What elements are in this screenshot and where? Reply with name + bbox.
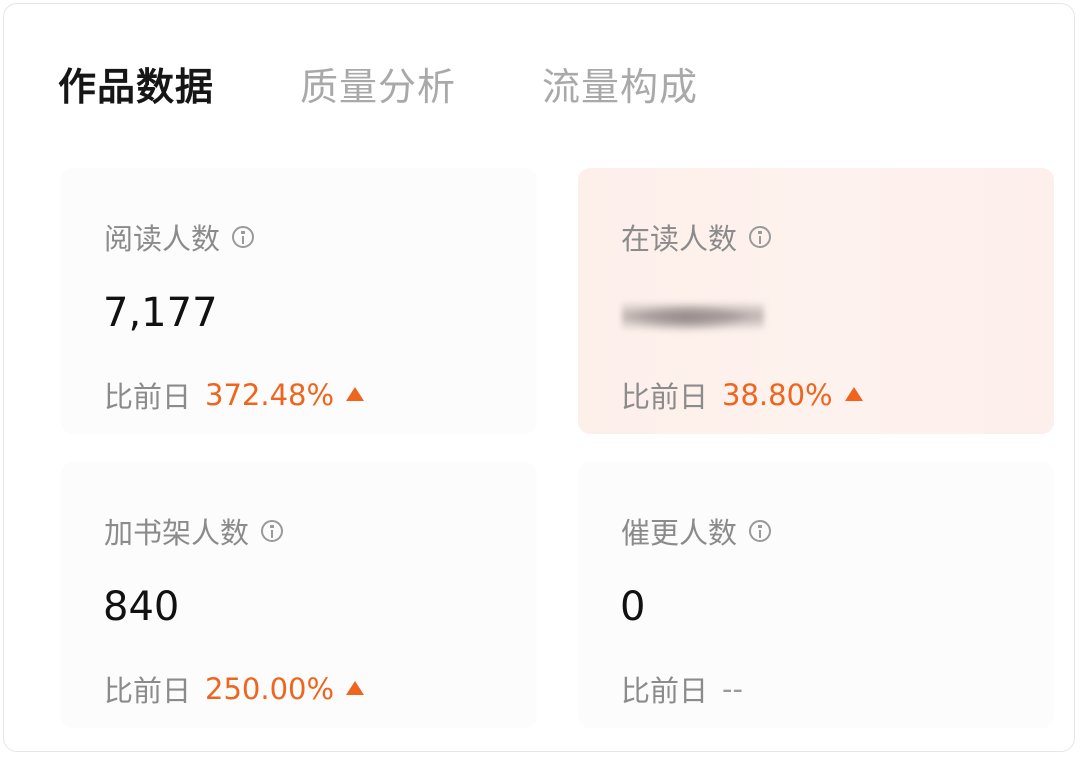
metric-card-update-requests[interactable]: 催更人数 0 比前日 -- [578, 462, 1054, 728]
tab-works-data[interactable]: 作品数据 [58, 63, 214, 111]
tab-traffic-composition[interactable]: 流量构成 [542, 63, 698, 111]
info-icon[interactable] [232, 226, 255, 248]
data-panel: 作品数据 质量分析 流量构成 阅读人数 7,177 比前日 372.48% 在读… [3, 3, 1075, 752]
metric-card-readers[interactable]: 阅读人数 7,177 比前日 372.48% [61, 168, 537, 434]
arrow-up-icon [346, 681, 365, 695]
metric-label: 加书架人数 [104, 510, 284, 552]
compare-label: 比前日 [104, 674, 192, 708]
arrow-up-icon [346, 387, 365, 401]
metric-card-bookshelf-adds[interactable]: 加书架人数 840 比前日 250.00% [61, 462, 537, 728]
compare-row: 比前日 372.48% [104, 374, 365, 416]
change-percent: 250.00% [205, 672, 335, 706]
compare-row: 比前日 250.00% [104, 668, 365, 710]
metric-label-text: 加书架人数 [104, 516, 250, 550]
metric-value: 0 [620, 584, 646, 630]
metric-label: 在读人数 [621, 216, 772, 258]
info-icon[interactable] [261, 520, 284, 542]
metric-card-reading-now[interactable]: 在读人数 比前日 38.80% [578, 168, 1054, 434]
metric-label-text: 在读人数 [621, 222, 738, 256]
info-icon[interactable] [749, 226, 772, 248]
metric-label: 催更人数 [621, 510, 772, 552]
compare-row: 比前日 38.80% [621, 374, 863, 416]
change-percent: 38.80% [722, 378, 833, 412]
metric-value: 7,177 [103, 290, 218, 336]
blurred-metric-value [622, 298, 764, 334]
tab-quality-analysis[interactable]: 质量分析 [300, 63, 456, 111]
tab-bar: 作品数据 质量分析 流量构成 [58, 61, 784, 113]
arrow-up-icon [844, 387, 863, 401]
change-percent: -- [722, 672, 743, 706]
metric-label: 阅读人数 [104, 216, 255, 258]
metric-value: 840 [103, 584, 180, 630]
info-icon[interactable] [749, 520, 772, 542]
change-percent: 372.48% [205, 378, 335, 412]
compare-label: 比前日 [104, 380, 192, 414]
metric-label-text: 催更人数 [621, 516, 738, 550]
compare-label: 比前日 [621, 674, 709, 708]
compare-label: 比前日 [621, 380, 709, 414]
metric-label-text: 阅读人数 [104, 222, 221, 256]
compare-row: 比前日 -- [621, 668, 743, 710]
